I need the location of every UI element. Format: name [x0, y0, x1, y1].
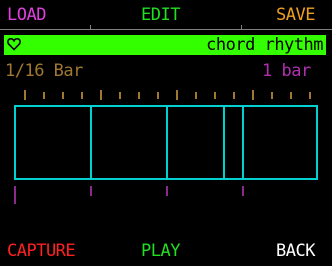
pattern-title: chord rhythm — [206, 35, 323, 55]
rhythm-grid[interactable] — [14, 105, 318, 180]
step-tick — [252, 90, 254, 100]
step-tick — [271, 92, 273, 99]
beat-marker — [242, 186, 244, 196]
load-button[interactable]: LOAD — [7, 5, 46, 25]
step-tick — [81, 92, 83, 99]
app-screen: LOAD EDIT SAVE chord rhythm 1/16 Bar 1 b… — [0, 0, 332, 266]
note-boundary — [242, 107, 244, 178]
top-separator-tick — [241, 25, 242, 30]
beat-marker — [90, 186, 92, 196]
heart-outline-icon — [7, 37, 21, 51]
length-value[interactable]: 1 bar — [262, 61, 311, 81]
step-tick — [157, 92, 159, 99]
step-tick — [309, 92, 311, 99]
save-button[interactable]: SAVE — [276, 5, 315, 25]
step-tick — [100, 90, 102, 100]
step-tick — [233, 92, 235, 99]
note-boundary — [166, 107, 168, 178]
top-separator-tick — [90, 25, 91, 30]
back-button[interactable]: BACK — [276, 241, 315, 261]
pattern-title-bar[interactable]: chord rhythm — [4, 35, 326, 55]
step-tick — [138, 92, 140, 99]
step-tick — [195, 92, 197, 99]
capture-button[interactable]: CAPTURE — [7, 241, 76, 261]
step-tick — [24, 90, 26, 100]
resolution-value[interactable]: 1/16 Bar — [5, 61, 83, 81]
step-tick — [62, 92, 64, 99]
play-button[interactable]: PLAY — [141, 241, 180, 261]
step-tick — [214, 92, 216, 99]
note-boundary — [223, 107, 225, 178]
note-boundary — [90, 107, 92, 178]
step-tick — [119, 92, 121, 99]
step-tick — [176, 90, 178, 100]
edit-button[interactable]: EDIT — [141, 5, 180, 25]
step-tick — [43, 92, 45, 99]
beat-marker — [14, 186, 16, 204]
step-tick — [290, 92, 292, 99]
top-separator — [0, 29, 332, 30]
beat-marker — [166, 186, 168, 196]
